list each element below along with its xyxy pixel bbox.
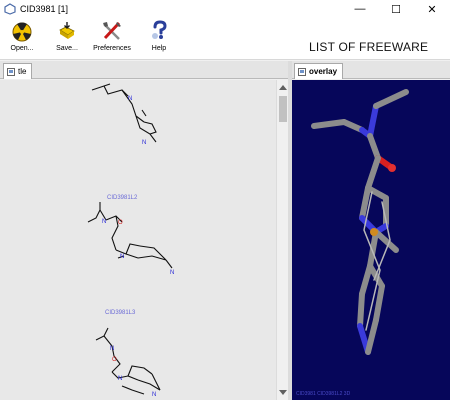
minimize-button[interactable]: — [342,0,378,18]
svg-text:O: O [112,357,117,363]
preferences-button[interactable]: Preferences [90,20,134,52]
app-icon [4,3,16,15]
highlight-atom [370,228,378,236]
molecule-caption-3: CID3981L3 [105,310,136,316]
svg-text:N: N [142,140,146,146]
tab-overlay[interactable]: overlay [294,63,344,79]
svg-text:N: N [120,254,124,260]
save-button[interactable]: Save... [45,20,89,52]
open-radioactive-icon [12,22,32,42]
window-title: CID3981 [1] [20,4,69,14]
help-button[interactable]: Help [137,20,181,52]
maximize-button[interactable]: ☐ [378,0,414,18]
save-label: Save... [56,45,78,52]
scroll-up-arrow-icon[interactable] [279,85,287,90]
svg-text:N: N [128,96,132,102]
3d-molecule-model[interactable] [292,80,450,400]
scroll-thumb[interactable] [279,96,287,122]
save-icon [59,22,75,39]
overlay-panel: overlay CID3981 CID3981L2 3D [292,61,450,400]
table-icon [7,67,15,76]
toolbar: Open... Save... Preferences Help LIST OF… [0,18,450,60]
molecule-structure-2[interactable]: N O N N [82,198,192,288]
svg-text:N: N [102,219,106,225]
tab-tle-label: tle [18,67,27,76]
molecule-structure-1[interactable]: N N [80,80,190,150]
viewer-icon [298,67,306,76]
molecule-list-scrollbar[interactable] [276,80,288,400]
svg-text:O: O [118,220,123,226]
svg-text:N: N [118,376,122,382]
oxygen-atom [388,164,396,172]
freeware-banner: LIST OF FREEWARE [309,40,429,54]
3d-viewer[interactable]: CID3981 CID3981L2 3D [292,80,450,400]
molecule-list[interactable]: N N CID3981L2 N O N N CID3981L3 N O N N [0,80,276,400]
preferences-label: Preferences [93,45,131,52]
tab-overlay-label: overlay [309,67,338,76]
app-window: CID3981 [1] — ☐ ✕ Open... Save... Prefer… [0,0,450,400]
svg-text:N: N [152,392,156,398]
close-button[interactable]: ✕ [414,0,450,18]
tools-icon [103,21,121,40]
svg-text:N: N [110,346,114,352]
open-label: Open... [10,45,34,52]
left-tabstrip: tle [0,61,288,79]
help-icon [152,20,167,39]
window-controls: — ☐ ✕ [342,0,450,18]
svg-text:N: N [170,270,174,276]
molecule-structure-3[interactable]: N O N N [88,320,198,400]
title-bar: CID3981 [1] — ☐ ✕ [0,0,450,18]
right-tabstrip: overlay [292,61,450,79]
open-button[interactable]: Open... [0,20,44,52]
scroll-down-arrow-icon[interactable] [279,390,287,395]
viewer-caption: CID3981 CID3981L2 3D [296,391,351,397]
help-label: Help [151,45,167,52]
tab-tle[interactable]: tle [3,63,33,79]
molecule-list-panel: tle N N CID3981L2 N O N N CID3981L3 N O … [0,61,288,400]
